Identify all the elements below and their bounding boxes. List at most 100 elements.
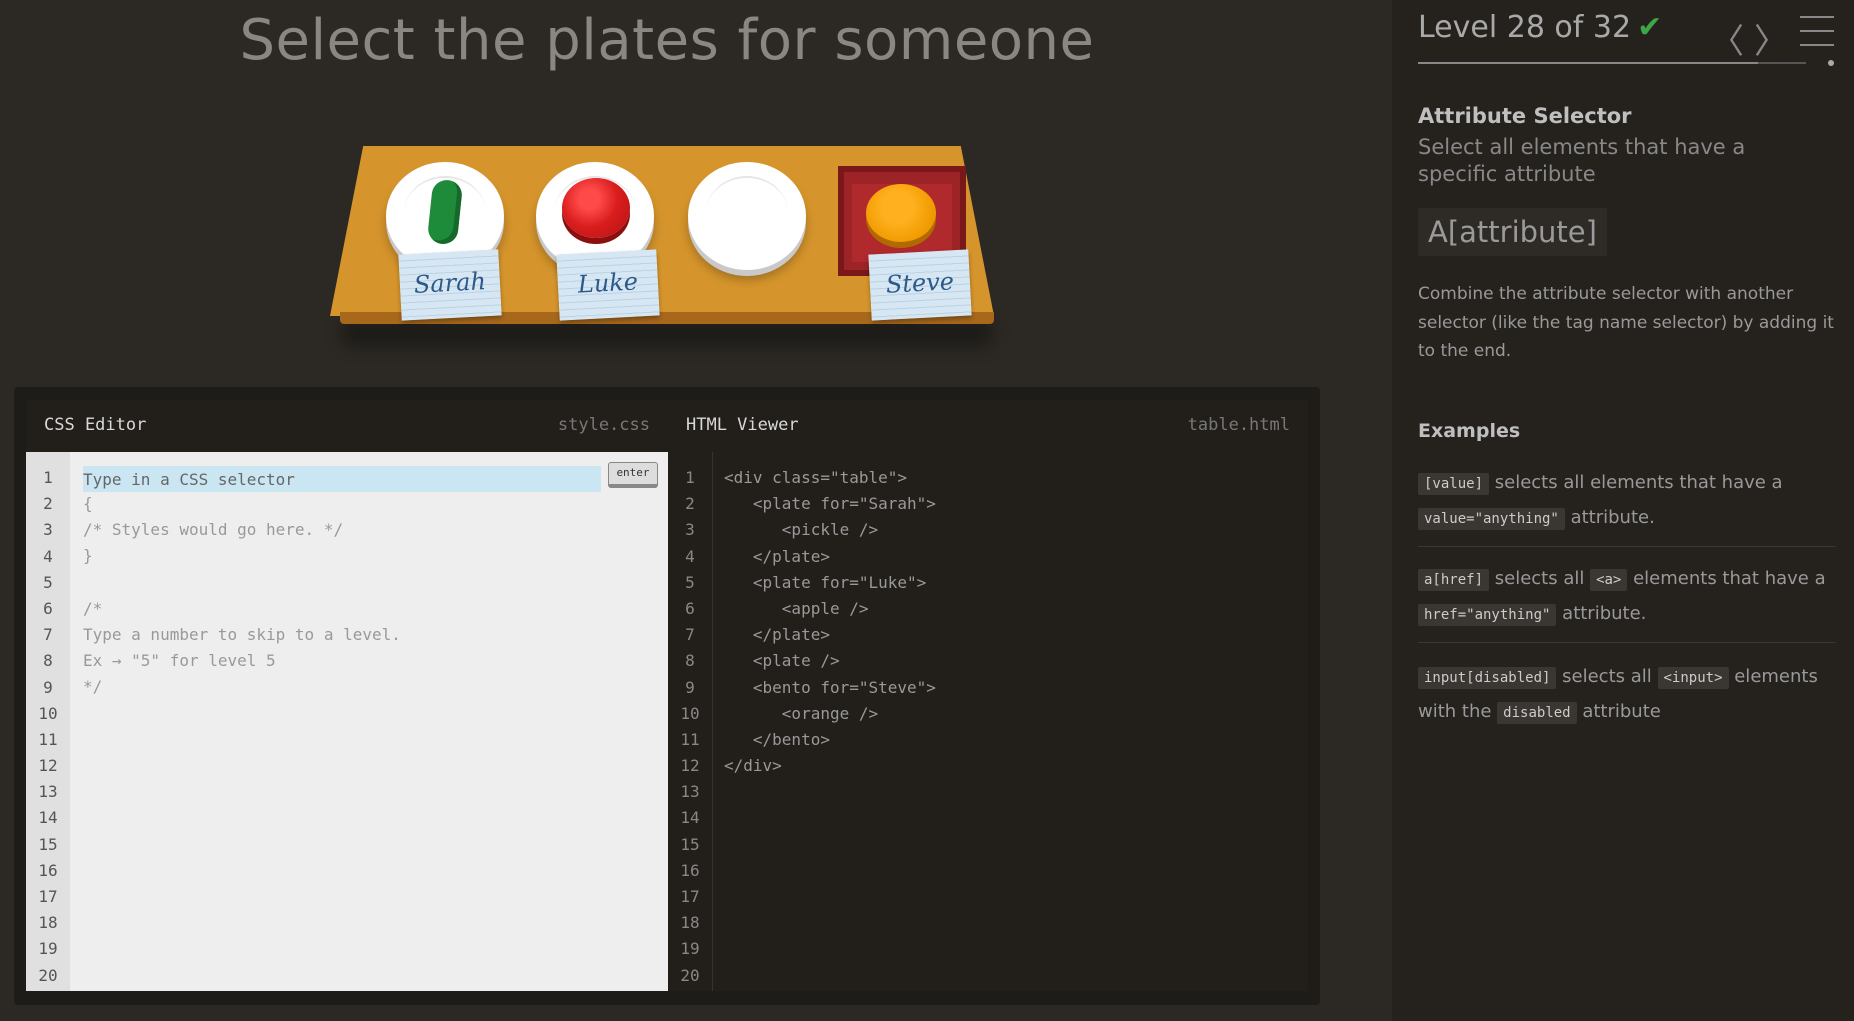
enter-button[interactable]: enter — [608, 462, 658, 488]
orange[interactable] — [866, 184, 936, 242]
dinner-table: Sarah Luke Steve — [330, 140, 1010, 360]
line-number: 16 — [680, 860, 700, 880]
line-number: 13 — [680, 782, 700, 802]
css-editor-body: 1 2 3 4 5 6 7 8 9 10 11 12 13 14 15 16 1… — [26, 452, 668, 991]
code-line: { — [83, 494, 93, 513]
example-code: href="anything" — [1418, 604, 1557, 626]
example-code: <a> — [1590, 569, 1628, 591]
line-number: 16 — [38, 860, 58, 880]
plate-empty[interactable] — [688, 162, 806, 270]
html-line-close-plate[interactable]: </plate> — [724, 544, 936, 570]
line-number: 7 — [685, 625, 695, 645]
level-sidebar: Level 28 of 32 ✔ 〈 〉 Attribute Selector S… — [1392, 0, 1854, 1021]
html-line-plate-empty[interactable]: <plate /> — [724, 648, 936, 674]
line-number: 11 — [680, 729, 700, 749]
line-number: 11 — [38, 729, 58, 749]
example-code: input[disabled] — [1418, 667, 1557, 689]
line-number: 19 — [680, 939, 700, 959]
css-editor-title: CSS Editor — [44, 415, 147, 435]
level-progress-bar — [1418, 60, 1834, 66]
line-number: 15 — [680, 834, 700, 854]
line-number: 18 — [680, 913, 700, 933]
code-line: /* — [83, 598, 103, 618]
css-code: { /* Styles would go here. */ } /* Type … — [83, 491, 401, 701]
level-header: Level 28 of 32 ✔ — [1418, 10, 1662, 45]
html-code: <div class="table"> <plate for="Sarah"> … — [724, 465, 936, 779]
html-line-close-bento[interactable]: </bento> — [724, 727, 936, 753]
line-number: 10 — [38, 703, 58, 723]
html-line-orange[interactable]: <orange /> — [724, 701, 936, 727]
example-text: attribute. — [1556, 603, 1647, 624]
example-text: selects all elements that have a — [1489, 472, 1783, 493]
html-line-div[interactable]: <div class="table"> — [724, 465, 936, 491]
selector-hint: Combine the attribute selector with anot… — [1418, 284, 1834, 361]
line-number: 13 — [38, 782, 58, 802]
line-number: 4 — [685, 546, 695, 566]
line-number: 9 — [685, 677, 695, 697]
level-instruction-title: Select the plates for someone — [239, 8, 1095, 73]
code-line: /* Styles would go here. */ — [83, 520, 344, 540]
examples-title: Examples — [1418, 420, 1521, 442]
css-filename: style.css — [557, 415, 650, 435]
html-line-plate-sarah[interactable]: <plate for="Sarah"> — [724, 491, 936, 517]
line-number: 12 — [38, 756, 58, 776]
nametag-steve: Steve — [868, 249, 972, 321]
code-line: } — [83, 546, 93, 566]
line-number: 2 — [43, 494, 53, 514]
example-text: attribute. — [1564, 507, 1655, 528]
line-number: 7 — [43, 625, 53, 645]
apple[interactable] — [562, 178, 630, 238]
menu-icon[interactable] — [1800, 16, 1834, 46]
selector-syntax: A[attribute] — [1418, 208, 1607, 256]
example-disabled: input[disabled] selects all <input> elem… — [1418, 660, 1836, 730]
css-line-numbers: 1 2 3 4 5 6 7 8 9 10 11 12 13 14 15 16 1… — [26, 452, 70, 991]
chevron-right-icon[interactable]: 〉 — [1754, 14, 1788, 63]
example-value: [value] selects all elements that have a… — [1418, 466, 1836, 547]
check-icon: ✔ — [1637, 10, 1663, 45]
selector-description: Select all elements that have a specific… — [1418, 135, 1746, 186]
progress-fill — [1418, 62, 1758, 64]
line-number: 10 — [680, 703, 700, 723]
chevron-left-icon[interactable]: 〈 — [1710, 14, 1744, 63]
selector-name: Attribute Selector — [1418, 104, 1632, 128]
example-code: value="anything" — [1418, 508, 1565, 530]
line-number: 8 — [43, 651, 53, 671]
html-line-numbers: 1 2 3 4 5 6 7 8 9 10 11 12 13 14 15 16 1… — [668, 452, 713, 991]
example-text: attribute — [1576, 701, 1661, 722]
code-line: Ex → "5" for level 5 — [83, 651, 276, 671]
line-number: 2 — [685, 494, 695, 514]
html-line-close-plate[interactable]: </plate> — [724, 622, 936, 648]
line-number: 20 — [680, 965, 700, 985]
example-text: selects all — [1489, 568, 1591, 589]
example-href: a[href] selects all <a> elements that ha… — [1418, 562, 1836, 643]
example-code: [value] — [1418, 473, 1490, 495]
example-code: <input> — [1657, 667, 1729, 689]
html-line-plate-luke[interactable]: <plate for="Luke"> — [724, 570, 936, 596]
line-number: 4 — [43, 546, 53, 566]
line-number: 12 — [680, 756, 700, 776]
line-number: 6 — [43, 598, 53, 618]
line-number: 5 — [685, 572, 695, 592]
nametag-luke: Luke — [556, 249, 660, 321]
code-line: */ — [83, 677, 103, 697]
line-number: 6 — [685, 598, 695, 618]
line-number: 3 — [43, 520, 53, 540]
level-title: Level 28 of 32 — [1418, 10, 1632, 45]
html-filename: table.html — [1187, 415, 1290, 435]
css-editor-header: CSS Editor style.css — [26, 400, 668, 452]
html-line-close-div[interactable]: </div> — [724, 753, 936, 779]
css-selector-input[interactable] — [83, 466, 601, 492]
html-line-bento-steve[interactable]: <bento for="Steve"> — [724, 675, 936, 701]
line-number: 18 — [38, 913, 58, 933]
line-number: 17 — [680, 887, 700, 906]
line-number: 1 — [685, 468, 695, 487]
progress-marker — [1827, 60, 1834, 66]
line-number: 17 — [38, 887, 58, 906]
line-number: 9 — [43, 677, 53, 697]
line-number: 20 — [38, 965, 58, 985]
example-code: disabled — [1497, 702, 1577, 724]
html-line-pickle[interactable]: <pickle /> — [724, 517, 936, 543]
html-line-apple[interactable]: <apple /> — [724, 596, 936, 622]
line-number: 8 — [685, 651, 695, 671]
line-number: 3 — [685, 520, 695, 540]
